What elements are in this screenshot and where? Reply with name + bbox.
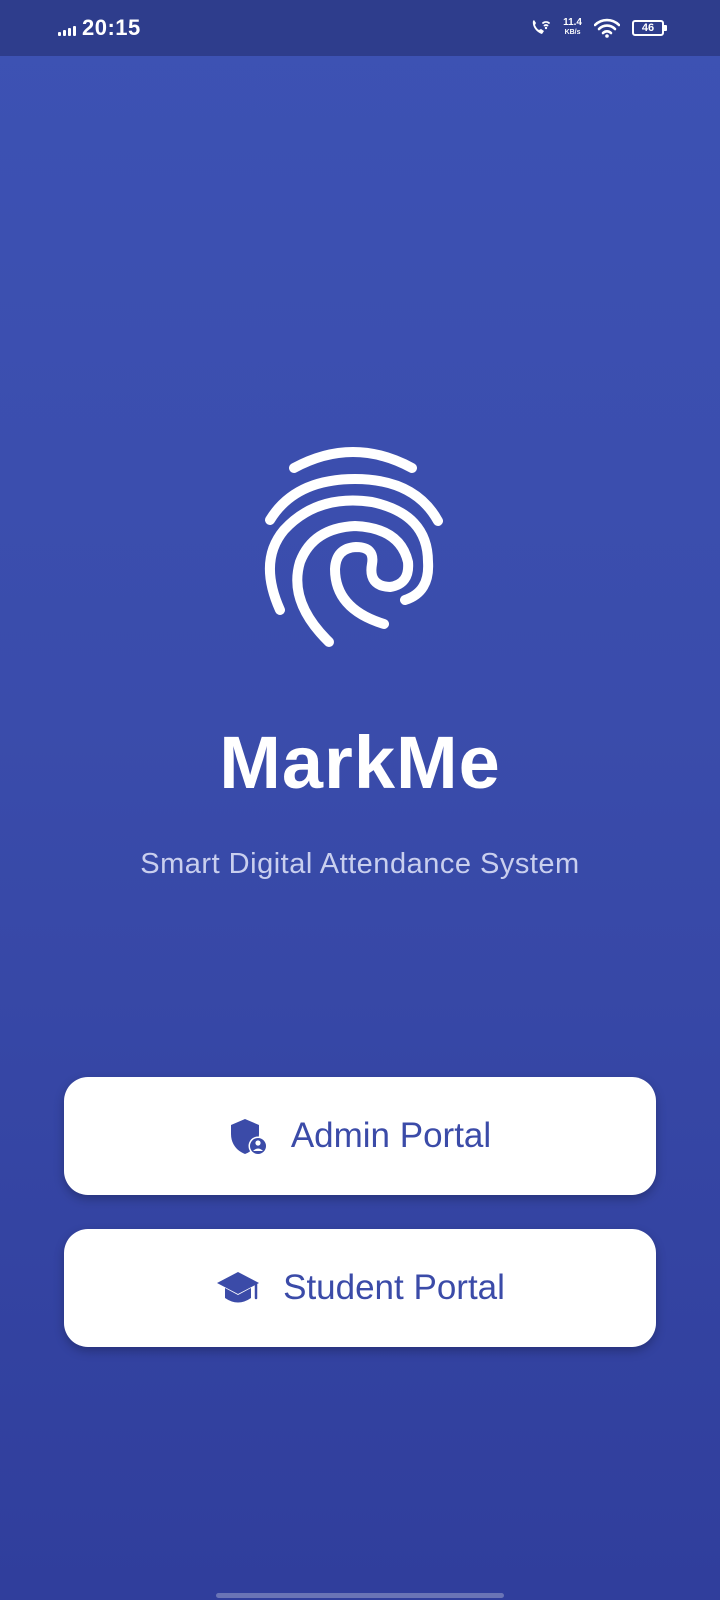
net-speed-value: 11.4 xyxy=(563,17,582,28)
shield-user-icon xyxy=(230,1119,268,1156)
status-left: 20:15 xyxy=(58,15,141,41)
student-portal-button[interactable]: Student Portal xyxy=(64,1229,656,1347)
net-speed-unit: KB/s xyxy=(564,29,581,36)
signal-icon xyxy=(58,24,76,36)
graduation-cap-icon xyxy=(217,1272,260,1303)
status-time: 20:15 xyxy=(82,15,141,40)
battery-icon: 46 xyxy=(632,20,667,36)
battery-level: 46 xyxy=(641,22,655,34)
status-right: 11.4 KB/s 46 xyxy=(529,18,667,38)
wifi-calling-icon xyxy=(532,20,550,34)
net-speed: 11.4 KB/s xyxy=(563,18,582,38)
admin-portal-button[interactable]: Admin Portal xyxy=(64,1077,656,1195)
app-title: MarkMe xyxy=(219,721,501,804)
admin-portal-label: Admin Portal xyxy=(290,1116,492,1155)
app-subtitle: Smart Digital Attendance System xyxy=(140,848,580,880)
student-portal-label: Student Portal xyxy=(283,1268,505,1307)
wifi-icon xyxy=(594,18,620,38)
status-bar: 20:15 11.4 KB/s 46 xyxy=(0,0,720,56)
fingerprint-icon xyxy=(260,444,460,654)
home-indicator[interactable] xyxy=(216,1593,504,1598)
